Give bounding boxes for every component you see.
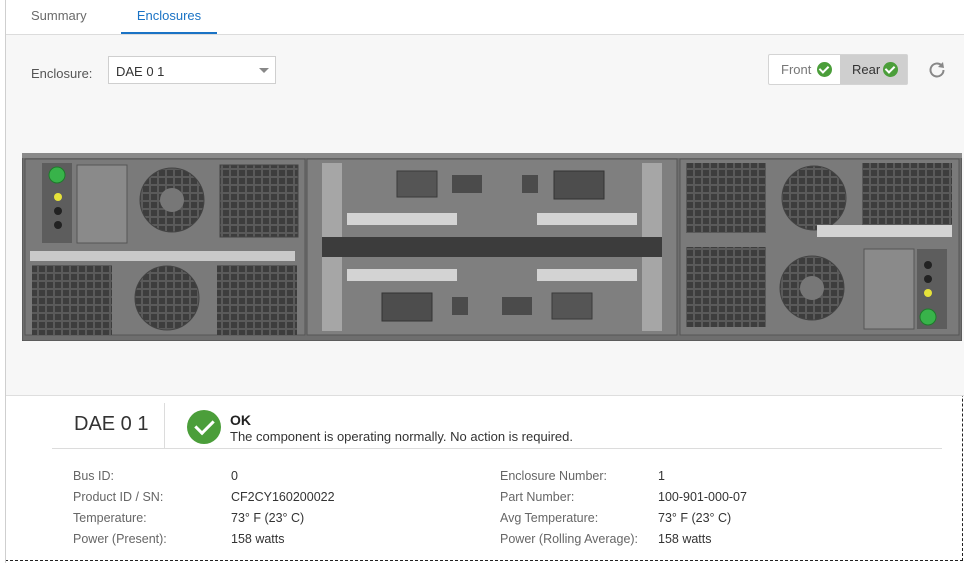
prop-label: Bus ID: (73, 469, 114, 483)
enclosure-select[interactable]: DAE 0 1 (108, 56, 276, 84)
enclosure-name: DAE 0 1 (74, 413, 149, 435)
tab-summary[interactable]: Summary (31, 0, 87, 34)
status-title: OK (230, 412, 251, 428)
enclosure-label: Enclosure: (31, 66, 93, 81)
prop-value: 73° F (23° C) (231, 511, 305, 525)
status-description: The component is operating normally. No … (230, 429, 573, 444)
prop-value: CF2CY160200022 (231, 490, 335, 504)
prop-value: 158 watts (231, 532, 285, 546)
prop-label: Product ID / SN: (73, 490, 164, 504)
left-fan-module (24, 158, 306, 336)
enclosure-view-panel: Enclosure: DAE 0 1 Front Rear (6, 35, 964, 396)
rear-button[interactable]: Rear (840, 55, 907, 84)
tab-enclosures[interactable]: Enclosures (121, 0, 217, 34)
prop-value: 73° F (23° C) (658, 511, 732, 525)
prop-value: 100-901-000-07 (658, 490, 747, 504)
front-label: Front (781, 62, 812, 77)
right-fan-module (679, 158, 960, 336)
enclosure-select-value: DAE 0 1 (116, 64, 165, 79)
prop-label: Power (Rolling Average): (500, 532, 639, 546)
refresh-icon[interactable] (926, 59, 948, 81)
prop-value: 158 watts (658, 532, 712, 546)
check-circle-icon (817, 62, 832, 77)
tab-bar: Summary Enclosures (6, 0, 964, 35)
center-controllers (306, 158, 678, 336)
prop-label: Avg Temperature: (500, 511, 599, 525)
front-rear-toggle: Front Rear (768, 54, 908, 85)
front-button[interactable]: Front (769, 55, 840, 84)
prop-label: Power (Present): (73, 532, 167, 546)
prop-label: Enclosure Number: (500, 469, 607, 483)
rear-label: Rear (852, 62, 881, 77)
prop-label: Temperature: (73, 511, 147, 525)
chevron-down-icon (259, 68, 269, 73)
check-circle-icon (883, 62, 898, 77)
enclosure-rear-image (22, 153, 962, 341)
divider (164, 403, 165, 448)
prop-value: 1 (658, 469, 665, 483)
ok-status-icon (187, 410, 221, 444)
detail-header: DAE 0 1 OK The component is operating no… (52, 403, 942, 449)
prop-value: 0 (231, 469, 238, 483)
prop-label: Part Number: (500, 490, 575, 504)
